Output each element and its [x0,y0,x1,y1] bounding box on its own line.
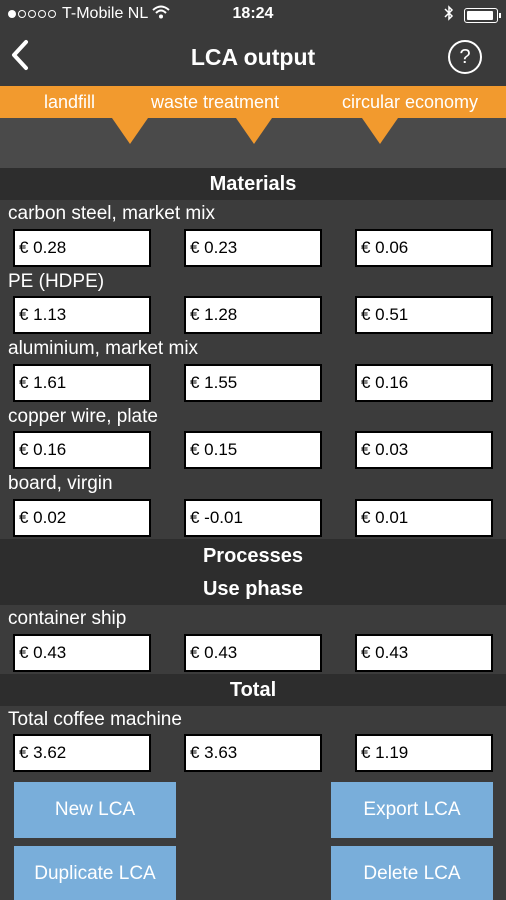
value-field[interactable]: € 0.03 [355,431,493,469]
value-field[interactable]: € 0.02 [13,499,151,537]
material-label: copper wire, plate [8,406,158,427]
bluetooth-icon [444,5,454,26]
status-bar: T-Mobile NL 18:24 [0,0,506,30]
value-field[interactable]: € 1.61 [13,364,151,402]
value-field[interactable]: € 0.15 [184,431,322,469]
section-materials: Materials [0,168,506,200]
process-label: container ship [8,608,127,629]
total-value-field[interactable]: € 1.19 [355,734,493,772]
value-field[interactable]: € 0.43 [13,634,151,672]
page-title: LCA output [190,44,316,70]
battery-icon [464,8,501,23]
value-field[interactable]: € 1.55 [184,364,322,402]
tab-circular-economy[interactable]: circular economy [342,92,478,113]
value-field[interactable]: € 0.23 [184,229,322,267]
status-time: 18:24 [232,5,274,22]
material-label: aluminium, market mix [8,338,199,359]
value-field[interactable]: € 0.16 [355,364,493,402]
material-label: board, virgin [8,473,113,494]
value-field[interactable]: € 0.43 [184,634,322,672]
duplicate-lca-button[interactable]: Duplicate LCA [14,846,176,900]
help-button[interactable]: ? [448,40,482,74]
material-label: carbon steel, market mix [8,203,215,224]
section-use-phase: Use phase [0,573,506,605]
total-value-field[interactable]: € 3.62 [13,734,151,772]
section-processes: Processes [0,539,506,573]
column-pointer-arrow [236,118,272,144]
value-field[interactable]: € 0.06 [355,229,493,267]
value-field[interactable]: € 0.51 [355,296,493,334]
tab-landfill[interactable]: landfill [44,92,95,113]
section-total: Total [0,674,506,706]
question-icon: ? [459,46,471,68]
column-pointer-arrow [362,118,398,144]
new-lca-button[interactable]: New LCA [14,782,176,838]
value-field[interactable]: € 0.43 [355,634,493,672]
value-field[interactable]: € 0.01 [355,499,493,537]
material-label: PE (HDPE) [8,271,105,292]
scenario-tabs: landfill waste treatment circular econom… [0,86,506,118]
value-field[interactable]: € 0.28 [13,229,151,267]
value-field[interactable]: € 1.28 [184,296,322,334]
export-lca-button[interactable]: Export LCA [331,782,493,838]
column-pointer-arrow [112,118,148,144]
value-field[interactable]: € 0.16 [13,431,151,469]
value-field[interactable]: € 1.13 [13,296,151,334]
total-value-field[interactable]: € 3.63 [184,734,322,772]
tab-waste-treatment[interactable]: waste treatment [151,92,279,113]
value-field[interactable]: € -0.01 [184,499,322,537]
delete-lca-button[interactable]: Delete LCA [331,846,493,900]
navigation-bar: LCA output ? [0,30,506,86]
total-label: Total coffee machine [8,709,182,730]
